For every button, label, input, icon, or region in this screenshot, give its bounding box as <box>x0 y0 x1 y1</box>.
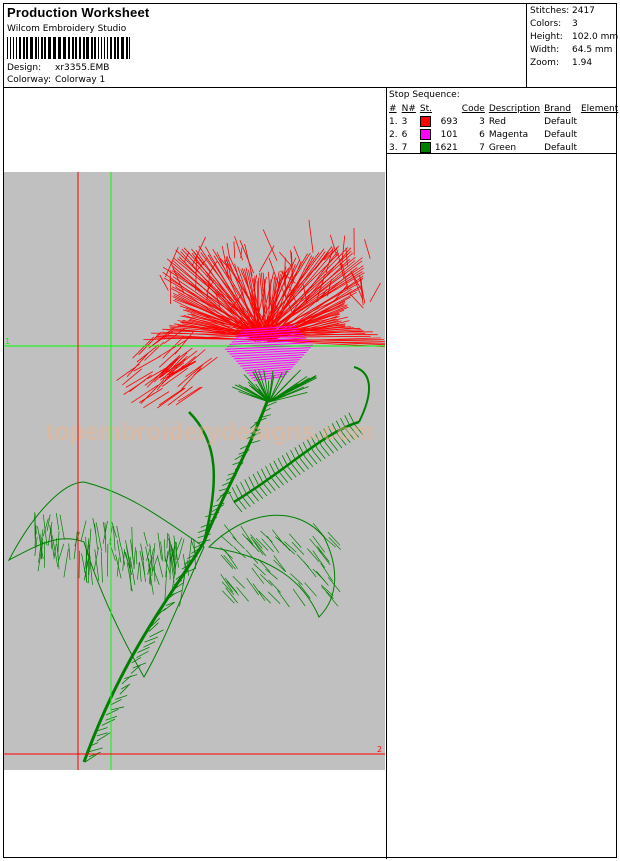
table-header-row: # N# St. Code Description Brand Element <box>388 103 620 115</box>
col-description: Description <box>488 104 541 114</box>
col-code: Code <box>461 104 485 114</box>
stat-stitches: Stitches: 2417 <box>530 6 595 16</box>
design-stats: Stitches: 2417 Colors: 3 Height: 102.0 mm W… <box>527 4 619 88</box>
stat-height: Height: 102.0 mm <box>530 32 619 42</box>
table-row: 3. 7 1621 7 Green Default <box>389 142 577 153</box>
colorway-label: Colorway: <box>7 75 52 85</box>
table-row: 2. 6 101 6 Magenta Default <box>389 129 577 140</box>
stop-sequence-table: # N# St. Code Description Brand Element … <box>388 103 620 154</box>
barcode <box>7 37 130 59</box>
col-num: # <box>389 104 397 114</box>
color-swatch <box>419 142 431 153</box>
table-row: 1. 3 693 3 Red Default <box>389 116 577 127</box>
stop-sequence-title: Stop Sequence: <box>389 90 460 100</box>
software-name: Wilcom Embroidery Studio <box>7 24 127 34</box>
color-swatch <box>419 129 431 140</box>
stop-sequence: Stop Sequence: # N# St. Code Description… <box>387 88 618 154</box>
worksheet: Production Worksheet Wilcom Embroidery S… <box>3 3 619 859</box>
design-canvas: topembroiderydesigns.com 1 2 <box>4 172 385 770</box>
design-row: Design: xr3355.EMB <box>7 63 109 73</box>
stat-width: Width: 64.5 mm <box>530 45 613 55</box>
marker-1: 1 <box>5 337 11 346</box>
col-needle: N# <box>401 104 416 114</box>
column-divider <box>386 88 387 859</box>
marker-2: 2 <box>377 745 383 754</box>
stitch-art <box>7 219 385 763</box>
stat-zoom: Zoom: 1.94 <box>530 58 593 68</box>
embroidery-design: topembroiderydesigns.com <box>4 172 385 770</box>
page-title: Production Worksheet <box>7 5 150 20</box>
col-brand: Brand <box>544 104 571 114</box>
col-stitches: St. <box>419 104 432 114</box>
colorway-row: Colorway: Colorway 1 <box>7 75 105 85</box>
color-swatch <box>419 116 431 127</box>
colorway-value: Colorway 1 <box>55 75 106 85</box>
stat-colors: Colors: 3 <box>530 19 578 29</box>
watermark: topembroiderydesigns.com <box>46 418 374 446</box>
col-element: Element <box>580 104 619 114</box>
header-info: Production Worksheet Wilcom Embroidery S… <box>4 4 527 88</box>
design-value: xr3355.EMB <box>55 63 110 73</box>
design-label: Design: <box>7 63 42 73</box>
